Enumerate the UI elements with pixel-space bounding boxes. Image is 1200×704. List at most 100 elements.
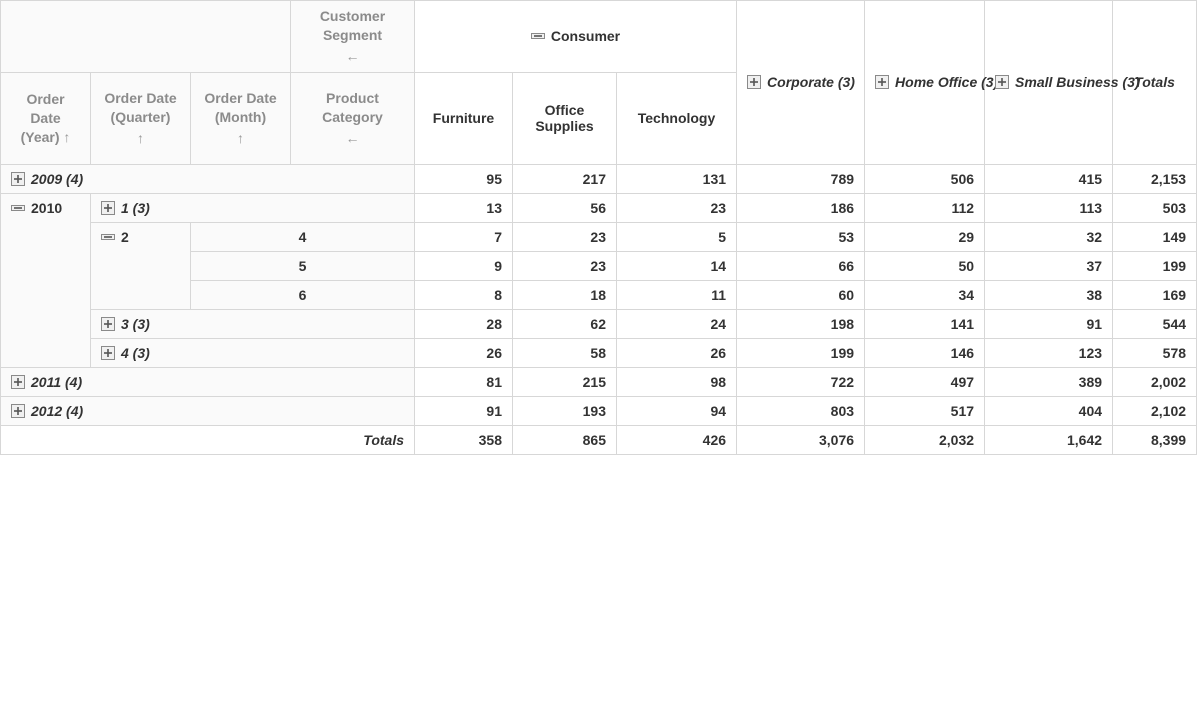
row-2010-q2-m4-label: 4: [299, 229, 307, 245]
cell: 26: [415, 338, 513, 367]
header-order-month-label: Order Date (Month): [204, 90, 276, 125]
row-2009: 2009 (4) 95 217 131 789 506 415 2,153: [1, 164, 1197, 193]
row-2010-toggle[interactable]: 2010: [1, 193, 91, 367]
cell: 62: [513, 309, 617, 338]
row-2010-q1-toggle[interactable]: 1 (3): [91, 193, 415, 222]
cell: 91: [985, 309, 1113, 338]
cell: 146: [865, 338, 985, 367]
cell: 1,642: [985, 425, 1113, 454]
row-2009-label: 2009 (4): [31, 171, 83, 187]
row-2011: 2011 (4) 81 215 98 722 497 389 2,002: [1, 367, 1197, 396]
plus-icon: [101, 201, 115, 215]
cell: 2,032: [865, 425, 985, 454]
cell: 186: [737, 193, 865, 222]
cell: 722: [737, 367, 865, 396]
arrow-left-icon: ←: [301, 47, 404, 66]
cell: 112: [865, 193, 985, 222]
col-segment-corporate[interactable]: Corporate (3): [737, 1, 865, 165]
arrow-left-icon: ←: [301, 129, 404, 148]
minus-icon: [11, 201, 25, 215]
cell: 23: [617, 193, 737, 222]
header-blank-top-left: [1, 1, 291, 73]
cell: 2,002: [1113, 367, 1197, 396]
row-2010-q2-toggle[interactable]: 2: [91, 222, 191, 309]
row-2010-q3-label: 3 (3): [121, 316, 150, 332]
col-segment-small-business[interactable]: Small Business (3): [985, 1, 1113, 165]
row-2010-label: 2010: [31, 200, 62, 216]
header-customer-segment[interactable]: Customer Segment ←: [291, 1, 415, 73]
col-segment-home-office[interactable]: Home Office (3): [865, 1, 985, 165]
col-category-technology[interactable]: Technology: [617, 72, 737, 164]
cell: 2,153: [1113, 164, 1197, 193]
cell: 578: [1113, 338, 1197, 367]
col-totals-label: Totals: [1134, 74, 1175, 90]
cell: 506: [865, 164, 985, 193]
cell: 415: [985, 164, 1113, 193]
pivot-table: Customer Segment ← Consumer Corporate (3…: [0, 0, 1197, 455]
row-2010-q2-m4-label-cell[interactable]: 4: [191, 222, 415, 251]
cell: 28: [415, 309, 513, 338]
cell: 544: [1113, 309, 1197, 338]
plus-icon: [11, 404, 25, 418]
cell: 66: [737, 251, 865, 280]
cell: 131: [617, 164, 737, 193]
arrow-up-icon: ↑: [201, 129, 280, 148]
cell: 95: [415, 164, 513, 193]
cell: 865: [513, 425, 617, 454]
cell: 11: [617, 280, 737, 309]
plus-icon: [11, 375, 25, 389]
cell: 9: [415, 251, 513, 280]
plus-icon: [875, 75, 889, 89]
header-order-month[interactable]: Order Date (Month) ↑: [191, 72, 291, 164]
col-category-office-supplies[interactable]: Office Supplies: [513, 72, 617, 164]
row-2010-q3-toggle[interactable]: 3 (3): [91, 309, 415, 338]
cell: 199: [1113, 251, 1197, 280]
row-2010-q1: 2010 1 (3) 13 56 23 186 112 113 503: [1, 193, 1197, 222]
cell: 50: [865, 251, 985, 280]
cell: 215: [513, 367, 617, 396]
row-2010-q4-toggle[interactable]: 4 (3): [91, 338, 415, 367]
cell: 169: [1113, 280, 1197, 309]
cell: 3,076: [737, 425, 865, 454]
cell: 8: [415, 280, 513, 309]
col-category-furniture[interactable]: Furniture: [415, 72, 513, 164]
cell: 517: [865, 396, 985, 425]
cell: 141: [865, 309, 985, 338]
cell: 23: [513, 251, 617, 280]
row-2010-q2-m6-label-cell[interactable]: 6: [191, 280, 415, 309]
row-2010-q2-label: 2: [121, 229, 129, 245]
header-order-quarter[interactable]: Order Date (Quarter) ↑: [91, 72, 191, 164]
row-2010-q4-label: 4 (3): [121, 345, 150, 361]
cell: 60: [737, 280, 865, 309]
plus-icon: [995, 75, 1009, 89]
row-2010-q2-m5-label-cell[interactable]: 5: [191, 251, 415, 280]
header-order-year-label: Order Date (Year): [21, 91, 65, 145]
row-2012-toggle[interactable]: 2012 (4): [1, 396, 415, 425]
arrow-up-icon: ↑: [101, 129, 180, 148]
row-2012-label: 2012 (4): [31, 403, 83, 419]
cell: 58: [513, 338, 617, 367]
cell: 789: [737, 164, 865, 193]
row-2011-toggle[interactable]: 2011 (4): [1, 367, 415, 396]
row-2010-q3: 3 (3) 28 62 24 198 141 91 544: [1, 309, 1197, 338]
header-product-category[interactable]: Product Category ←: [291, 72, 415, 164]
cell: 14: [617, 251, 737, 280]
col-segment-consumer-label: Consumer: [551, 28, 620, 44]
cell: 149: [1113, 222, 1197, 251]
col-segment-home-office-label: Home Office (3): [895, 74, 998, 90]
header-order-year[interactable]: Order Date (Year) ↑: [1, 72, 91, 164]
header-order-quarter-label: Order Date (Quarter): [104, 90, 176, 125]
row-2009-toggle[interactable]: 2009 (4): [1, 164, 415, 193]
cell: 389: [985, 367, 1113, 396]
cell: 404: [985, 396, 1113, 425]
arrow-up-icon: ↑: [63, 129, 70, 145]
cell: 24: [617, 309, 737, 338]
col-segment-consumer[interactable]: Consumer: [415, 1, 737, 73]
cell: 91: [415, 396, 513, 425]
plus-icon: [101, 346, 115, 360]
cell: 98: [617, 367, 737, 396]
cell: 113: [985, 193, 1113, 222]
header-product-category-label: Product Category: [322, 90, 383, 125]
cell: 81: [415, 367, 513, 396]
cell: 26: [617, 338, 737, 367]
